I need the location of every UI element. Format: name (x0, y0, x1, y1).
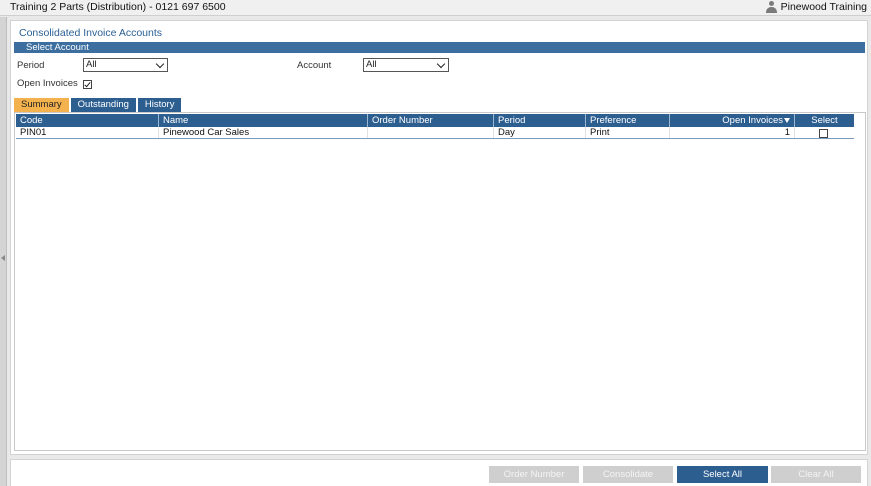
collapse-sidebar-handle[interactable] (0, 17, 7, 486)
column-header-period[interactable]: Period (494, 114, 586, 127)
account-label: Account (297, 60, 332, 71)
accounts-grid: Code Name Order Number Period Preference… (14, 112, 866, 451)
select-all-button[interactable]: Select All (677, 466, 768, 483)
period-select-value: All (86, 59, 97, 70)
tab-summary[interactable]: Summary (14, 98, 69, 112)
cell-code: PIN01 (16, 127, 159, 138)
column-header-preference[interactable]: Preference (586, 114, 670, 127)
main-panel: Consolidated Invoice Accounts Select Acc… (10, 20, 868, 455)
sort-descending-icon (784, 117, 790, 123)
grid-header: Code Name Order Number Period Preference… (16, 114, 854, 127)
tab-history[interactable]: History (137, 98, 182, 112)
cell-preference: Print (586, 127, 670, 138)
row-select-checkbox[interactable] (819, 129, 828, 138)
column-header-open-invoices[interactable]: Open Invoices (670, 114, 795, 127)
cell-name: Pinewood Car Sales (159, 127, 368, 138)
account-select[interactable]: All (363, 58, 449, 72)
clear-all-button[interactable]: Clear All (771, 466, 861, 483)
column-header-code[interactable]: Code (16, 114, 159, 127)
chevron-down-icon (157, 61, 164, 68)
open-invoices-checkbox[interactable] (83, 80, 92, 89)
chevron-left-icon (1, 255, 5, 261)
user-icon (765, 1, 777, 13)
column-header-order-number[interactable]: Order Number (368, 114, 494, 127)
tab-bar: Summary Outstanding History (14, 98, 182, 112)
account-select-value: All (366, 59, 377, 70)
tab-outstanding[interactable]: Outstanding (70, 98, 136, 112)
column-header-name[interactable]: Name (159, 114, 368, 127)
chevron-down-icon (438, 61, 445, 68)
column-header-open-invoices-label: Open Invoices (722, 115, 783, 126)
cell-order-number (368, 127, 494, 138)
order-number-button[interactable]: Order Number (489, 466, 579, 483)
consolidate-button[interactable]: Consolidate (583, 466, 673, 483)
user-name: Pinewood Training (780, 1, 867, 13)
open-invoices-label: Open Invoices (17, 78, 78, 89)
column-header-select[interactable]: Select (795, 114, 854, 127)
cell-open-invoices: 1 (670, 127, 795, 138)
cell-period: Day (494, 127, 586, 138)
section-header: Select Account (14, 42, 865, 53)
period-select[interactable]: All (83, 58, 168, 72)
user-menu[interactable]: Pinewood Training (765, 1, 867, 13)
cell-select (795, 127, 854, 138)
panel-title: Consolidated Invoice Accounts (19, 27, 163, 39)
checkmark-icon (84, 80, 91, 88)
period-label: Period (17, 60, 45, 71)
table-row[interactable]: PIN01 Pinewood Car Sales Day Print 1 (16, 127, 854, 139)
window-title: Training 2 Parts (Distribution) - 0121 6… (10, 1, 226, 13)
action-bar: Order Number Consolidate Select All Clea… (10, 459, 868, 486)
window-titlebar: Training 2 Parts (Distribution) - 0121 6… (0, 0, 871, 16)
